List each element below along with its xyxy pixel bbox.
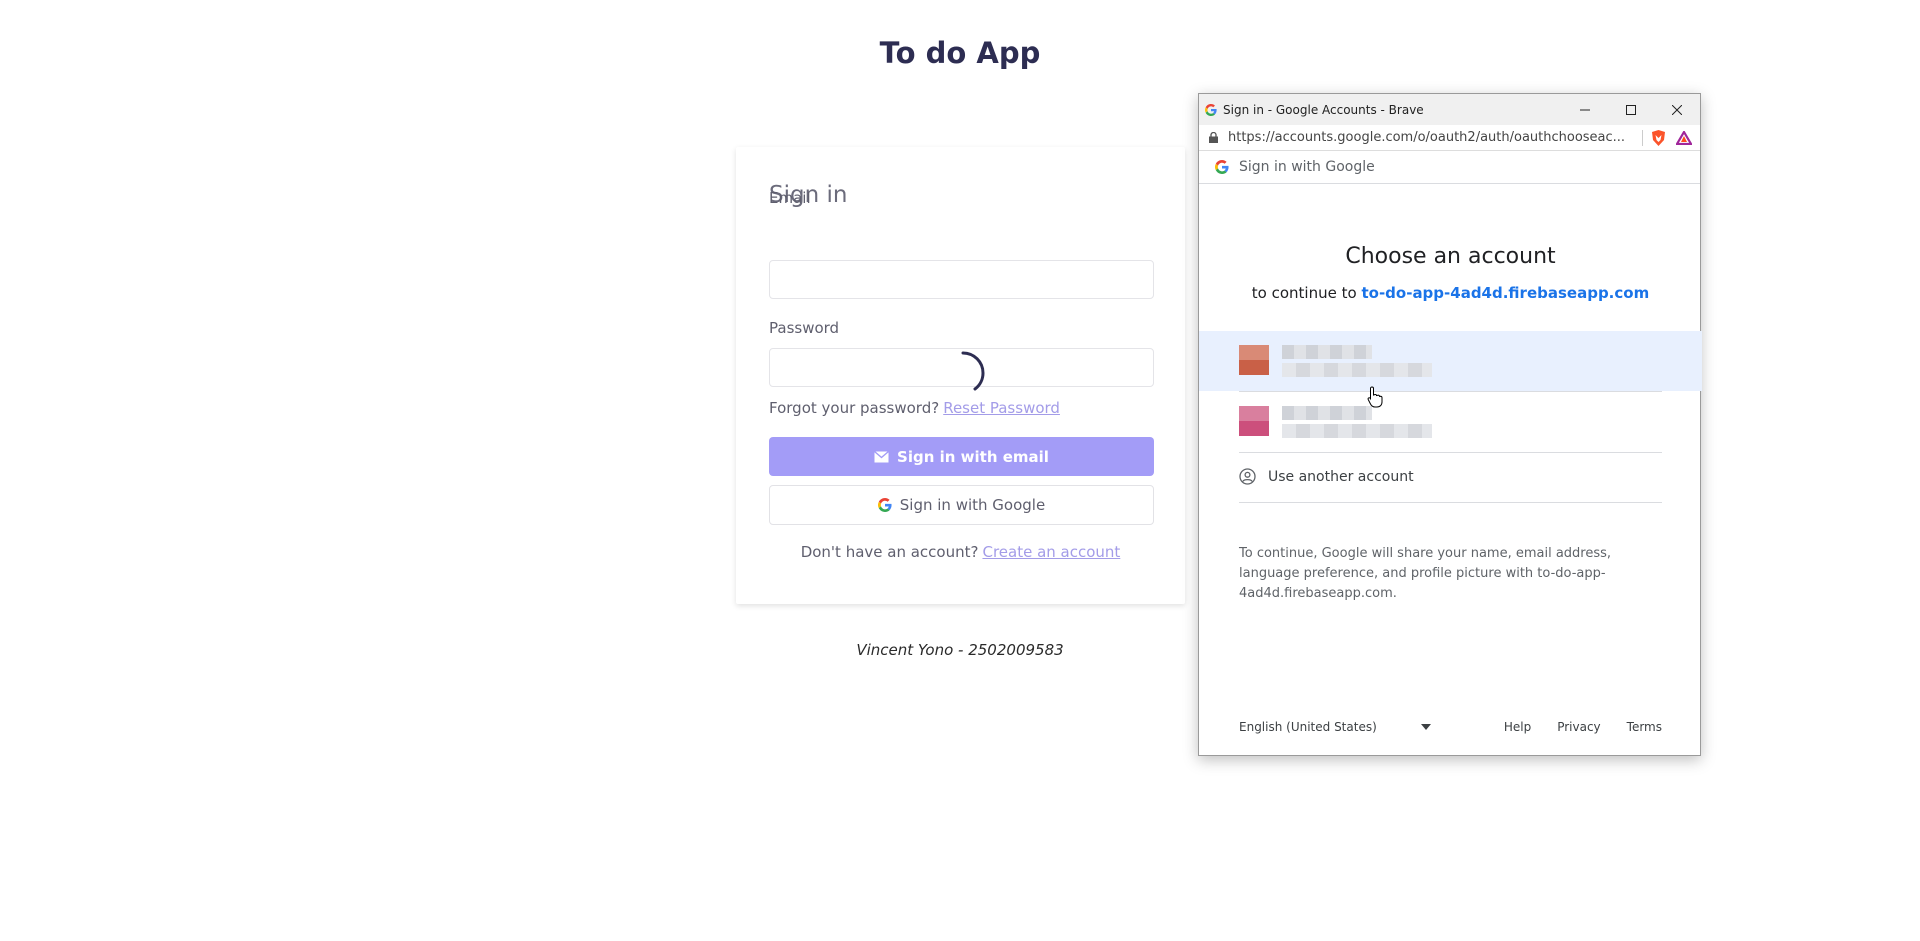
continue-to: to continue to to-do-app-4ad4d.firebasea… — [1199, 284, 1702, 302]
address-bar[interactable]: https://accounts.google.com/o/oauth2/aut… — [1199, 125, 1700, 151]
app-domain-link[interactable]: to-do-app-4ad4d.firebaseapp.com — [1361, 284, 1649, 302]
divider — [1239, 502, 1662, 503]
use-another-label: Use another account — [1268, 468, 1414, 485]
url-text: https://accounts.google.com/o/oauth2/aut… — [1228, 130, 1626, 145]
forgot-text: Forgot your password? — [769, 399, 940, 417]
account-email-redacted — [1282, 363, 1432, 377]
signup-text: Don't have an account? — [800, 543, 979, 561]
email-field[interactable] — [769, 260, 1154, 299]
minimize-button[interactable] — [1562, 94, 1608, 125]
google-icon — [1205, 103, 1217, 116]
maximize-icon — [1626, 104, 1636, 115]
share-disclaimer: To continue, Google will share your name… — [1239, 546, 1612, 601]
signup-prompt: Don't have an account? Create an account — [736, 543, 1185, 561]
sign-in-google-button[interactable]: Sign in with Google — [769, 485, 1154, 525]
sign-in-google-label: Sign in with Google — [899, 496, 1046, 514]
email-label: Email — [769, 189, 811, 207]
google-signin-window: Sign in - Google Accounts - Brave https:… — [1198, 93, 1702, 756]
account-name-redacted — [1282, 345, 1372, 359]
create-account-link[interactable]: Create an account — [982, 543, 1120, 561]
avatar — [1239, 406, 1269, 436]
account-circle-icon — [1239, 468, 1256, 485]
choose-account-heading: Choose an account — [1345, 244, 1556, 269]
close-icon — [1672, 104, 1682, 115]
privacy-link[interactable]: Privacy — [1557, 720, 1600, 734]
google-icon — [877, 498, 892, 512]
account-item[interactable] — [1199, 392, 1702, 452]
window-titlebar[interactable]: Sign in - Google Accounts - Brave — [1199, 94, 1700, 125]
account-item[interactable] — [1199, 331, 1702, 391]
google-signin-header: Sign in with Google — [1199, 151, 1700, 184]
hand-cursor-icon — [1367, 386, 1383, 408]
popup-footer: English (United States) Help Privacy Ter… — [1239, 720, 1662, 734]
forgot-password: Forgot your password? Reset Password — [769, 399, 1060, 417]
terms-link[interactable]: Terms — [1627, 720, 1662, 734]
app-title: To do App — [879, 36, 1041, 70]
password-label: Password — [769, 319, 840, 337]
google-icon — [1215, 160, 1229, 174]
account-email-redacted — [1282, 424, 1432, 438]
use-another-account[interactable]: Use another account — [1239, 468, 1414, 485]
help-link[interactable]: Help — [1504, 720, 1531, 734]
account-name-redacted — [1282, 406, 1372, 420]
avatar — [1239, 345, 1269, 375]
language-label: English (United States) — [1239, 720, 1377, 734]
close-button[interactable] — [1654, 94, 1700, 125]
page: To do App Sign in Email Password Forgot … — [0, 0, 1920, 941]
divider — [1239, 452, 1662, 453]
maximize-button[interactable] — [1608, 94, 1654, 125]
dropdown-arrow-icon — [1420, 724, 1431, 730]
reset-password-link[interactable]: Reset Password — [943, 399, 1060, 417]
lock-icon — [1209, 132, 1218, 143]
loading-spinner-icon — [961, 351, 985, 391]
sign-in-email-button[interactable]: Sign in with email — [769, 437, 1154, 476]
continue-text: to continue to — [1251, 284, 1357, 302]
brave-rewards-icon[interactable] — [1676, 130, 1692, 145]
sign-in-email-label: Sign in with email — [897, 447, 1049, 466]
mail-icon — [874, 450, 890, 462]
language-select[interactable]: English (United States) — [1239, 720, 1431, 734]
minimize-icon — [1580, 109, 1590, 110]
window-title: Sign in - Google Accounts - Brave — [1223, 102, 1424, 117]
brave-shield-icon[interactable] — [1651, 129, 1666, 146]
google-header-label: Sign in with Google — [1239, 159, 1375, 175]
